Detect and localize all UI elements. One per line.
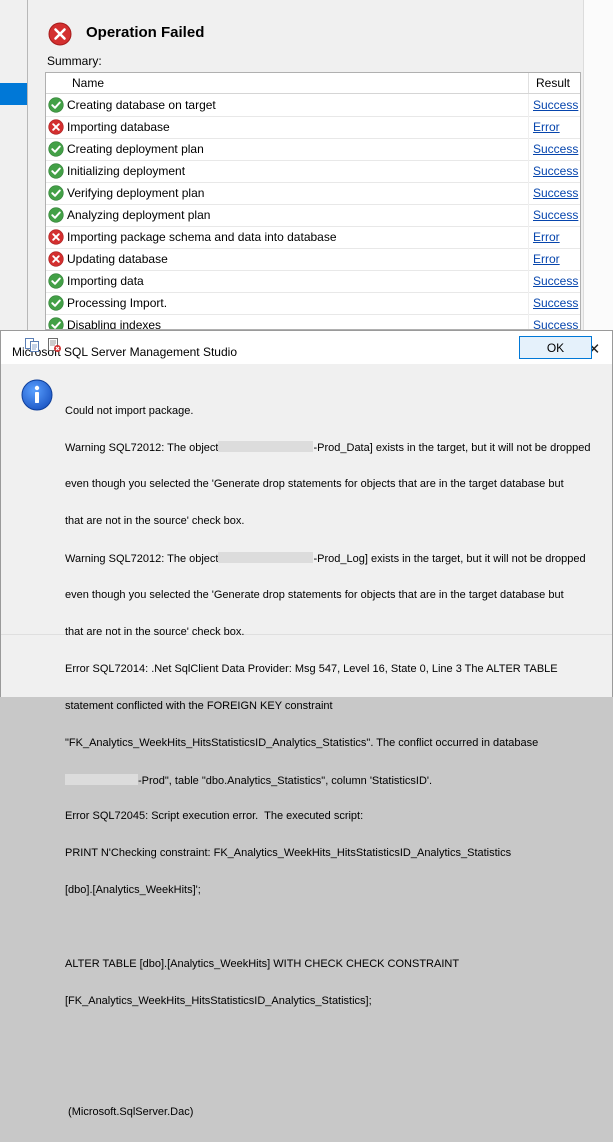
message-line-blank [65, 1069, 585, 1081]
step-name: Verifying deployment plan [67, 186, 205, 200]
page-title: Operation Failed [86, 24, 205, 41]
success-check-icon [48, 163, 64, 179]
error-circle-icon [48, 22, 72, 46]
ok-button[interactable]: OK [519, 336, 592, 359]
error-x-icon [48, 251, 64, 267]
redacted-text [218, 552, 314, 564]
success-check-icon [48, 185, 64, 201]
success-check-icon [48, 97, 64, 113]
table-row: Creating deployment plan Success [46, 138, 580, 161]
result-link[interactable]: Success [533, 98, 578, 112]
step-name: Processing Import. [67, 296, 168, 310]
message-line: -Prod", table "dbo.Analytics_Statistics"… [65, 773, 585, 787]
column-divider [528, 204, 529, 226]
table-row: Updating database Error [46, 248, 580, 271]
message-line-blank [65, 1032, 585, 1044]
table-row: Importing data Success [46, 270, 580, 293]
column-divider [528, 160, 529, 182]
table-header: Name Result [46, 73, 580, 94]
error-message-text: Could not import package. Warning SQL720… [65, 380, 591, 1142]
column-divider [528, 270, 529, 292]
message-line: ALTER TABLE [dbo].[Analytics_WeekHits] W… [65, 957, 460, 970]
message-line: Error SQL72045: Script execution error. … [65, 810, 364, 823]
column-divider [528, 248, 529, 270]
message-line: statement conflicted with the FOREIGN KE… [65, 699, 333, 712]
message-line: even though you selected the 'Generate d… [65, 589, 564, 602]
background-selected-item[interactable] [0, 83, 27, 105]
table-row: Analyzing deployment plan Success [46, 204, 580, 227]
message-line: [FK_Analytics_WeekHits_HitsStatisticsID_… [65, 994, 372, 1007]
step-name: Initializing deployment [67, 164, 186, 178]
error-x-icon [48, 119, 64, 135]
result-link[interactable]: Success [533, 164, 578, 178]
table-row: Importing database Error [46, 116, 580, 139]
column-header-name[interactable]: Name [72, 76, 104, 90]
redacted-text [218, 441, 314, 453]
result-link[interactable]: Success [533, 274, 578, 288]
copy-icon[interactable] [24, 337, 40, 353]
message-line: Warning SQL72012: The object -Prod_Log] e… [65, 552, 586, 566]
summary-table: Name Result Creating database on target S… [45, 72, 581, 330]
message-line: (Microsoft.SqlServer.Dac) [65, 1105, 194, 1118]
result-link[interactable]: Success [533, 186, 578, 200]
step-name: Importing package schema and data into d… [67, 230, 337, 244]
message-line: that are not in the source' check box. [65, 515, 245, 528]
column-header-result[interactable]: Result [536, 76, 570, 90]
table-row: Creating database on target Success [46, 94, 580, 117]
column-divider [528, 116, 529, 138]
message-line-blank [65, 921, 585, 933]
step-name: Importing data [67, 274, 144, 288]
message-line: "FK_Analytics_WeekHits_HitsStatisticsID_… [65, 736, 539, 749]
message-line: [dbo].[Analytics_WeekHits]'; [65, 884, 201, 897]
message-line: even though you selected the 'Generate d… [65, 478, 564, 491]
column-divider [528, 182, 529, 204]
error-x-icon [48, 229, 64, 245]
result-link[interactable]: Success [533, 208, 578, 222]
message-dialog: Microsoft SQL Server Management Studio ✕… [0, 330, 613, 1118]
redacted-text [65, 773, 138, 785]
result-link[interactable]: Error [533, 120, 560, 134]
column-divider [528, 292, 529, 314]
background-right-panel [583, 0, 613, 330]
table-row: Processing Import. Success [46, 292, 580, 315]
summary-label: Summary: [47, 54, 102, 68]
details-icon[interactable] [46, 337, 62, 353]
message-line: that are not in the source' check box. [65, 625, 245, 638]
success-check-icon [48, 317, 64, 329]
step-name: Analyzing deployment plan [67, 208, 211, 222]
step-name: Disabling indexes [67, 318, 162, 330]
message-line: PRINT N'Checking constraint: FK_Analytic… [65, 847, 512, 860]
table-row: Disabling indexes Success [46, 314, 580, 330]
success-check-icon [48, 141, 64, 157]
result-link[interactable]: Success [533, 318, 578, 329]
result-link[interactable]: Error [533, 252, 560, 266]
success-check-icon [48, 273, 64, 289]
result-link[interactable]: Error [533, 230, 560, 244]
success-check-icon [48, 207, 64, 223]
step-name: Updating database [67, 252, 168, 266]
step-name: Importing database [67, 120, 170, 134]
step-name: Creating database on target [67, 98, 216, 112]
info-icon [21, 379, 53, 411]
message-line: Error SQL72014: .Net SqlClient Data Prov… [65, 662, 558, 675]
table-row: Verifying deployment plan Success [46, 182, 580, 205]
table-row: Initializing deployment Success [46, 160, 580, 183]
step-name: Creating deployment plan [67, 142, 204, 156]
column-divider [528, 226, 529, 248]
result-link[interactable]: Success [533, 296, 578, 310]
result-link[interactable]: Success [533, 142, 578, 156]
column-divider [528, 94, 529, 116]
column-divider [528, 73, 529, 93]
table-row: Importing package schema and data into d… [46, 226, 580, 249]
message-line: Could not import package. [65, 404, 194, 417]
message-line: Warning SQL72012: The object -Prod_Data] … [65, 441, 591, 455]
column-divider [528, 138, 529, 160]
column-divider [528, 314, 529, 329]
success-check-icon [48, 295, 64, 311]
